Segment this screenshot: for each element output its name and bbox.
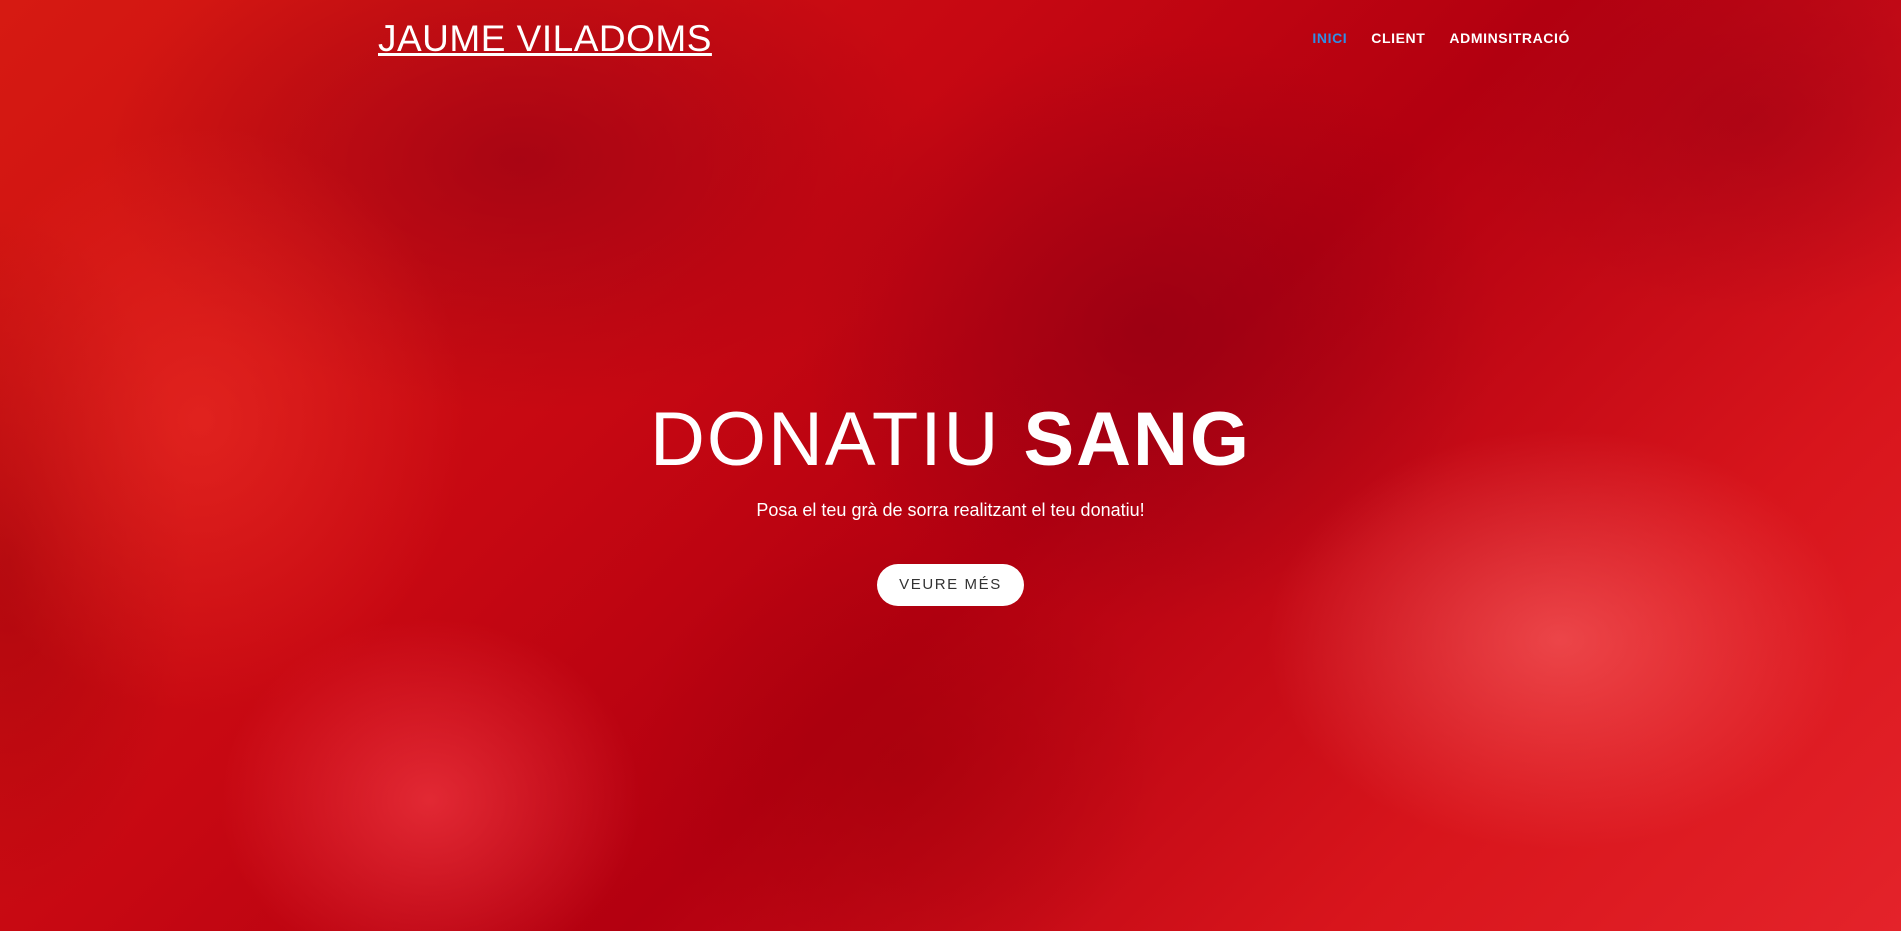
veure-mes-button[interactable]: VEURE MÉS xyxy=(877,564,1024,606)
hero-title-bold: SANG xyxy=(1023,397,1252,482)
hero-subtitle: Posa el teu grà de sorra realitzant el t… xyxy=(756,500,1145,520)
hero-content: DONATIU SANG Posa el teu grà de sorra re… xyxy=(0,396,1901,606)
nav-item-client: CLIENT xyxy=(1371,28,1425,48)
main-nav: INICI CLIENT ADMINSITRACIÓ xyxy=(1270,28,1570,48)
hero-title-light: DONATIU xyxy=(649,397,1001,482)
brand-logo-link[interactable]: JAUME VILADOMS xyxy=(378,16,712,62)
hero-title: DONATIU SANG xyxy=(0,396,1901,484)
nav-link-inici[interactable]: INICI xyxy=(1312,30,1347,46)
hero-section: JAUME VILADOMS INICI CLIENT ADMINSITRACI… xyxy=(0,0,1901,931)
nav-item-administracio: ADMINSITRACIÓ xyxy=(1449,28,1570,48)
nav-item-inici: INICI xyxy=(1312,28,1347,48)
nav-link-client[interactable]: CLIENT xyxy=(1371,30,1425,46)
nav-link-administracio[interactable]: ADMINSITRACIÓ xyxy=(1449,30,1570,46)
